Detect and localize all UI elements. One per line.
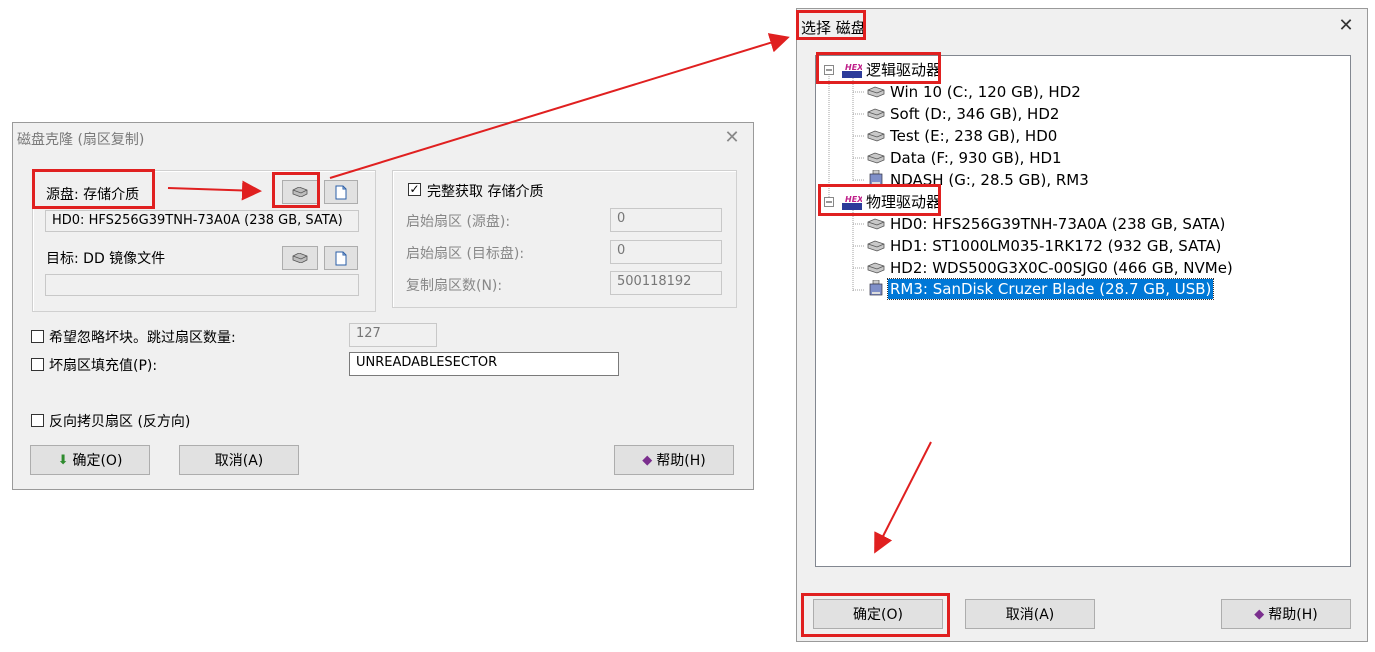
target-file-field[interactable]: [45, 274, 359, 296]
drive-icon: [866, 262, 886, 274]
ignore-bad-checkbox[interactable]: [31, 330, 44, 343]
start-sector-src-field[interactable]: 0: [610, 208, 722, 232]
full-acquire-checkbox[interactable]: ✓: [408, 183, 421, 196]
cancel-button[interactable]: 取消(A): [179, 445, 299, 475]
close-icon[interactable]: ✕: [1336, 16, 1356, 36]
help-label: 帮助(H): [656, 453, 706, 469]
book-icon: ◆: [1254, 606, 1265, 622]
source-label-highlight: [32, 169, 155, 209]
source-disk-button-highlight: [272, 172, 320, 208]
help-label: 帮助(H): [1268, 607, 1318, 623]
ok-button-highlight: [801, 593, 950, 637]
target-disk-button[interactable]: [282, 246, 318, 270]
disk-icon: [292, 253, 308, 263]
tree-item-logical[interactable]: Test (E:, 238 GB), HD0: [890, 126, 1057, 146]
file-icon: [335, 185, 347, 199]
copy-count-field[interactable]: 500118192: [610, 271, 722, 295]
drive-icon: [866, 218, 886, 230]
reverse-checkbox[interactable]: [31, 414, 44, 427]
tree-item-logical[interactable]: Win 10 (C:, 120 GB), HD2: [890, 82, 1081, 102]
title-highlight: [796, 10, 866, 40]
start-sector-src-label: 启始扇区 (源盘):: [406, 214, 511, 230]
ignore-bad-label: 希望忽略坏块。跳过扇区数量:: [49, 330, 236, 346]
tree-item-physical[interactable]: HD1: ST1000LM035-1RK172 (932 GB, SATA): [890, 236, 1221, 256]
tree-item-physical-selected[interactable]: RM3: SanDisk Cruzer Blade (28.7 GB, USB): [886, 278, 1215, 300]
tree-item-physical[interactable]: HD2: WDS500G3X0C-00SJG0 (466 GB, NVMe): [890, 258, 1233, 278]
drive-icon: [866, 152, 886, 164]
ok-icon: ⬇: [57, 452, 69, 468]
drive-icon: [866, 86, 886, 98]
help-button[interactable]: ◆ 帮助(H): [1221, 599, 1351, 629]
source-disk-field[interactable]: HD0: HFS256G39TNH-73A0A (238 GB, SATA): [45, 210, 359, 232]
help-button[interactable]: ◆ 帮助(H): [614, 445, 734, 475]
cancel-label: 取消(A): [1005, 607, 1055, 623]
dialog-title: 磁盘克隆 (扇区复制): [17, 132, 145, 148]
close-icon[interactable]: ✕: [722, 128, 742, 148]
tree-item-logical[interactable]: Soft (D:, 346 GB), HD2: [890, 104, 1059, 124]
drive-icon: [866, 130, 886, 142]
cancel-label: 取消(A): [214, 453, 264, 469]
cancel-button[interactable]: 取消(A): [965, 599, 1095, 629]
logical-group-highlight: [816, 52, 941, 84]
tree-item-logical[interactable]: Data (F:, 930 GB), HD1: [890, 148, 1062, 168]
full-acquire-label: 完整获取 存储介质: [427, 184, 544, 200]
file-icon: [335, 251, 347, 265]
ignore-bad-field[interactable]: 127: [349, 323, 437, 347]
usb-drive-icon: [868, 279, 884, 296]
tree-item-physical[interactable]: HD0: HFS256G39TNH-73A0A (238 GB, SATA): [890, 214, 1225, 234]
book-icon: ◆: [642, 452, 653, 468]
target-label: 目标: DD 镜像文件: [46, 251, 166, 267]
drive-icon: [866, 108, 886, 120]
fill-bad-label: 坏扇区填充值(P):: [49, 358, 158, 374]
reverse-label: 反向拷贝扇区 (反方向): [49, 414, 191, 430]
ok-button[interactable]: ⬇ 确定(O): [30, 445, 150, 475]
ok-label: 确定(O): [72, 453, 123, 469]
fill-bad-field[interactable]: UNREADABLESECTOR: [349, 352, 619, 376]
target-file-button[interactable]: [324, 246, 358, 270]
drive-icon: [866, 240, 886, 252]
select-disk-dialog: 选择 磁盘 ✕ HEX 逻辑驱动器 Win 10 (C:, 120 GB), H…: [796, 8, 1368, 642]
drive-tree: HEX 逻辑驱动器 Win 10 (C:, 120 GB), HD2 Soft …: [815, 55, 1351, 567]
fill-bad-checkbox[interactable]: [31, 358, 44, 371]
physical-group-highlight: [818, 184, 941, 216]
start-sector-dst-field[interactable]: 0: [610, 240, 722, 264]
start-sector-dst-label: 启始扇区 (目标盘):: [406, 246, 525, 262]
copy-count-label: 复制扇区数(N):: [406, 278, 503, 294]
source-file-button[interactable]: [324, 180, 358, 204]
